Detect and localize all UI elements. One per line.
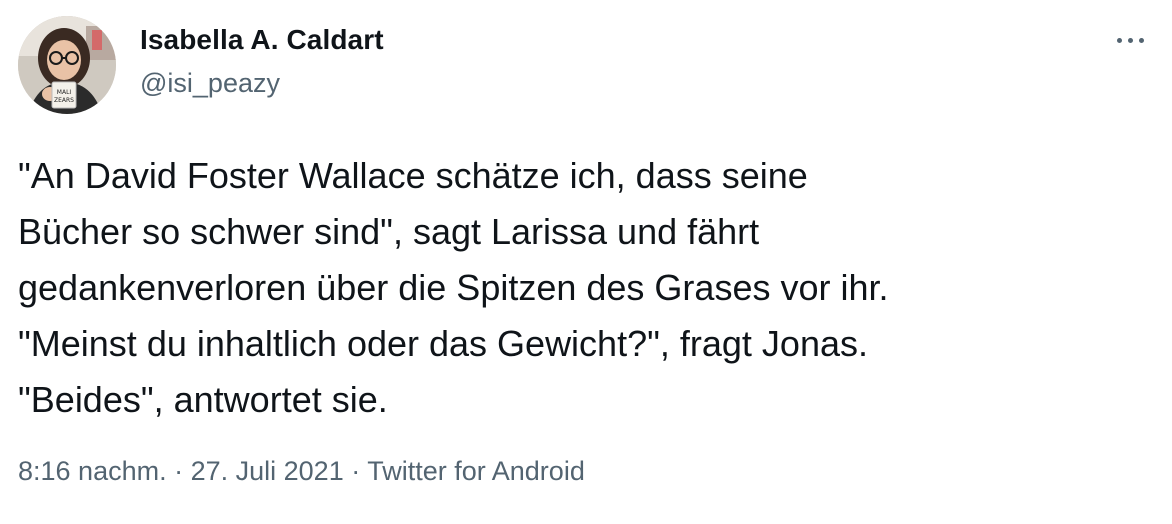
tweet-date[interactable]: 27. Juli 2021 bbox=[191, 456, 344, 486]
profile-photo-icon: MALI ZEARS bbox=[18, 16, 116, 114]
tweet-text-line: Bücher so schwer sind", sagt Larissa und… bbox=[18, 211, 760, 252]
svg-text:ZEARS: ZEARS bbox=[54, 97, 74, 104]
tweet-text-line: gedankenverloren über die Spitzen des Gr… bbox=[18, 267, 889, 308]
author-avatar[interactable]: MALI ZEARS bbox=[18, 16, 116, 114]
tweet-source[interactable]: Twitter for Android bbox=[367, 456, 585, 486]
tweet-text-line: "Meinst du inhaltlich oder das Gewicht?"… bbox=[18, 323, 868, 364]
tweet-time[interactable]: 8:16 nachm. bbox=[18, 456, 167, 486]
meta-separator: · bbox=[343, 456, 368, 486]
more-options-button[interactable] bbox=[1106, 20, 1154, 60]
more-options-icon bbox=[1116, 37, 1144, 43]
author-display-name[interactable]: Isabella A. Caldart bbox=[140, 24, 384, 56]
tweet-text-line: "An David Foster Wallace schätze ich, da… bbox=[18, 155, 808, 196]
author-handle[interactable]: @isi_peazy bbox=[140, 68, 280, 99]
tweet-text: "An David Foster Wallace schätze ich, da… bbox=[18, 148, 1158, 428]
tweet-text-line: "Beides", antwortet sie. bbox=[18, 379, 388, 420]
tweet-card: MALI ZEARS Isabella A. Caldart @isi_peaz… bbox=[0, 0, 1172, 524]
tweet-meta: 8:16 nachm. · 27. Juli 2021 · Twitter fo… bbox=[18, 456, 585, 487]
svg-text:MALI: MALI bbox=[57, 89, 72, 96]
meta-separator: · bbox=[166, 456, 191, 486]
